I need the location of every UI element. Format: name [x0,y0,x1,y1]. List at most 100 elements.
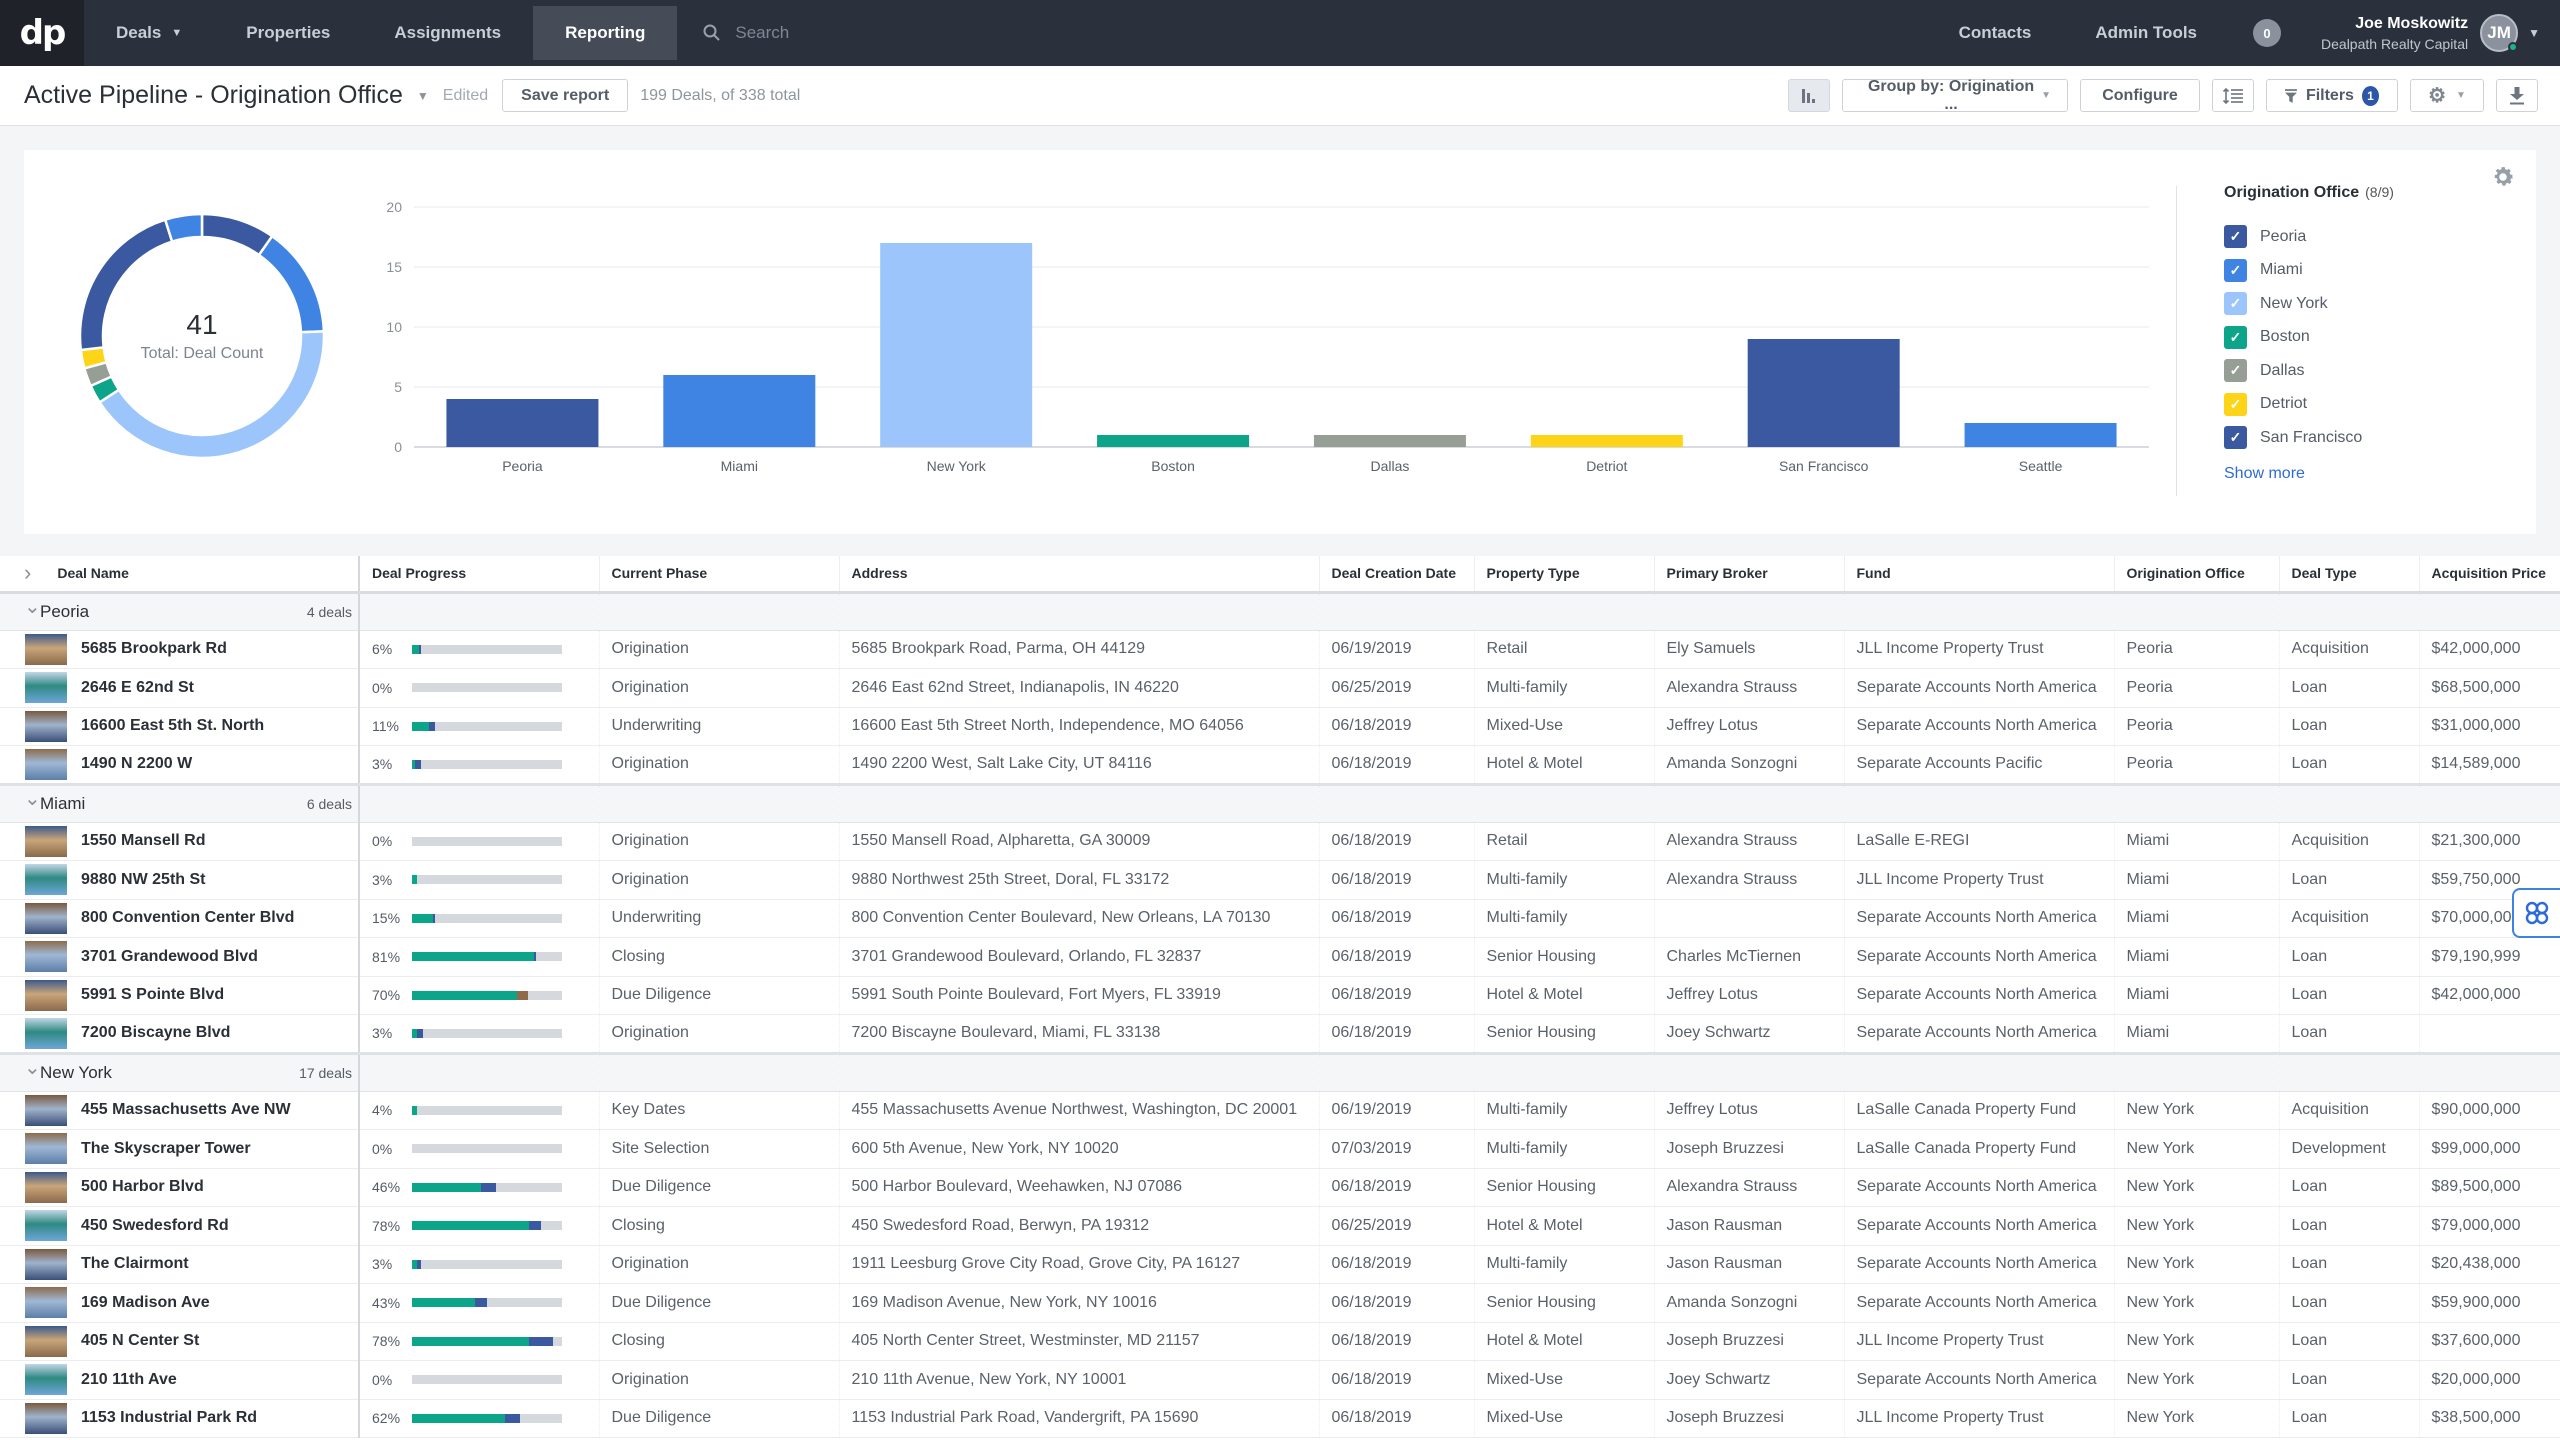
expand-all-chevron-icon[interactable]: › [24,560,31,585]
notification-badge[interactable]: 0 [2253,19,2282,47]
column-header[interactable]: Fund [1844,556,2115,594]
table-row[interactable]: 1550 Mansell Rd 0% Origination 1550 Mansell… [0,822,2560,861]
group-by-dropdown[interactable]: Group by: Origination ... ▼ [1842,78,2068,113]
table-row[interactable]: 455 Massachusetts Ave NW 4% Key Dates 455 M… [0,1091,2560,1130]
deal-name-cell[interactable]: 500 Harbor Blvd [0,1168,360,1207]
deal-name-link[interactable]: 5991 S Pointe Blvd [81,986,224,1004]
deal-name-cell[interactable]: 800 Convention Center Blvd [0,899,360,938]
legend-item[interactable]: ✓ San Francisco [2224,421,2394,455]
deal-name-link[interactable]: 9880 NW 25th St [81,871,205,889]
deal-name-link[interactable]: 1153 Industrial Park Rd [81,1409,257,1427]
collapse-chevron-icon[interactable]: ⌄ [0,789,41,809]
bar-san-francisco[interactable] [1747,339,1900,447]
nav-admin-tools[interactable]: Admin Tools [2063,0,2229,66]
column-header[interactable]: Primary Broker [1654,556,1845,594]
deal-name-link[interactable]: 210 11th Ave [81,1371,177,1389]
legend-checkbox[interactable]: ✓ [2224,225,2247,249]
deal-name-link[interactable]: 500 Harbor Blvd [81,1178,204,1196]
deal-name-cell[interactable]: 1490 N 2200 W [0,745,360,785]
legend-checkbox[interactable]: ✓ [2224,392,2247,416]
nav-assignments[interactable]: Assignments [362,0,533,66]
legend-item[interactable]: ✓ Detriot [2224,388,2394,422]
donut-slice-seattle[interactable] [163,212,204,244]
table-row[interactable]: 800 Convention Center Blvd 15% Underwritin… [0,899,2560,938]
bar-peoria[interactable] [446,399,599,447]
deal-name-link[interactable]: 800 Convention Center Blvd [81,909,294,927]
deal-name-cell[interactable]: 2646 E 62nd St [0,668,360,708]
donut-slice-peoria[interactable] [200,212,274,257]
deal-name-cell[interactable]: 450 Swedesford Rd [0,1206,360,1246]
legend-checkbox[interactable]: ✓ [2224,292,2247,316]
deal-name-link[interactable]: 450 Swedesford Rd [81,1217,229,1235]
group-row[interactable]: ⌄ Peoria 4 deals [0,592,2560,631]
table-row[interactable]: 3701 Grandewood Blvd 81% Closing 3701 Grand… [0,937,2560,977]
deal-name-cell[interactable]: 169 Madison Ave [0,1283,360,1323]
deal-name-cell[interactable]: 1550 Mansell Rd [0,822,360,861]
save-report-button[interactable]: Save report [502,79,629,112]
nav-deals[interactable]: Deals ▼ [84,0,214,66]
deal-name-cell[interactable]: The Skyscraper Tower [0,1129,360,1169]
legend-item[interactable]: ✓ Dallas [2224,354,2394,388]
deal-name-link[interactable]: The Clairmont [81,1255,189,1273]
deal-name-link[interactable]: 1490 N 2200 W [81,755,192,773]
table-row[interactable]: 1153 Industrial Park Rd 62% Due Diligence 1… [0,1399,2560,1438]
user-info[interactable]: Joe Moskowitz Dealpath Realty Capital [2321,15,2468,52]
search-box[interactable]: Search [677,23,789,43]
nav-properties[interactable]: Properties [214,0,362,66]
nav-contacts[interactable]: Contacts [1927,0,2064,66]
deal-name-cell[interactable]: The Clairmont [0,1245,360,1284]
row-height-button[interactable] [2212,79,2254,112]
deal-name-cell[interactable]: 5991 S Pointe Blvd [0,976,360,1015]
deal-name-cell[interactable]: 5685 Brookpark Rd [0,630,360,669]
legend-checkbox[interactable]: ✓ [2224,359,2247,383]
table-row[interactable]: 169 Madison Ave 43% Due Diligence 169 Madis… [0,1283,2560,1323]
help-widget-button[interactable] [2512,888,2560,938]
table-row[interactable]: 210 11th Ave 0% Origination 210 11th Avenue… [0,1360,2560,1400]
deal-name-link[interactable]: The Skyscraper Tower [81,1140,251,1158]
dealpath-logo[interactable]: dp [0,0,84,66]
collapse-chevron-icon[interactable]: ⌄ [0,1058,41,1078]
bar-boston[interactable] [1097,435,1250,447]
legend-checkbox[interactable]: ✓ [2224,426,2247,450]
donut-slice-san-francisco[interactable] [78,218,174,352]
legend-item[interactable]: ✓ Peoria [2224,220,2394,254]
deal-name-link[interactable]: 1550 Mansell Rd [81,832,206,850]
column-header[interactable]: Deal Creation Date [1319,556,1475,594]
column-header[interactable]: Property Type [1474,556,1655,594]
column-header[interactable]: Address [839,556,1320,594]
legend-item[interactable]: ✓ New York [2224,287,2394,321]
table-row[interactable]: 9880 NW 25th St 3% Origination 9880 Northwe… [0,860,2560,900]
show-more-link[interactable]: Show more [2224,465,2394,483]
column-header[interactable]: Deal Type [2279,556,2420,594]
configure-button[interactable]: Configure [2080,79,2200,112]
deal-name-cell[interactable]: 3701 Grandewood Blvd [0,937,360,977]
deal-name-link[interactable]: 5685 Brookpark Rd [81,640,227,658]
bar-detriot[interactable] [1530,435,1683,447]
table-row[interactable]: The Skyscraper Tower 0% Site Selection 600 … [0,1129,2560,1169]
deal-name-link[interactable]: 169 Madison Ave [81,1294,210,1312]
chart-toggle-button[interactable] [1788,79,1830,112]
download-button[interactable] [2496,79,2538,112]
deal-name-link[interactable]: 3701 Grandewood Blvd [81,948,258,966]
group-row[interactable]: ⌄ New York 17 deals [0,1051,2560,1092]
column-header[interactable]: Current Phase [599,556,840,594]
collapse-chevron-icon[interactable]: ⌄ [0,597,41,617]
table-row[interactable]: 450 Swedesford Rd 78% Closing 450 Swedesfor… [0,1206,2560,1246]
column-header[interactable]: Origination Office [2114,556,2280,594]
group-row[interactable]: ⌄ Miami 6 deals [0,782,2560,823]
table-row[interactable]: 5991 S Pointe Blvd 70% Due Diligence 5991 S… [0,976,2560,1015]
donut-slice-miami[interactable] [257,234,326,334]
table-row[interactable]: 500 Harbor Blvd 46% Due Diligence 500 Harbo… [0,1168,2560,1207]
legend-checkbox[interactable]: ✓ [2224,258,2247,282]
table-row[interactable]: 16600 East 5th St. North 11% Underwriting 1… [0,707,2560,746]
table-row[interactable]: 405 N Center St 78% Closing 405 North Cente… [0,1322,2560,1361]
user-menu-chevron-icon[interactable]: ▼ [2528,26,2540,40]
deal-name-link[interactable]: 2646 E 62nd St [81,679,194,697]
settings-dropdown[interactable]: ⚙ ▼ [2410,79,2484,112]
filters-button[interactable]: Filters 1 [2266,79,2398,112]
report-menu-chevron-icon[interactable]: ▼ [417,89,429,103]
bar-dallas[interactable] [1313,435,1466,447]
deal-name-link[interactable]: 7200 Biscayne Blvd [81,1024,230,1042]
table-row[interactable]: 5685 Brookpark Rd 6% Origination 5685 Brook… [0,630,2560,669]
bar-seattle[interactable] [1964,423,2117,447]
